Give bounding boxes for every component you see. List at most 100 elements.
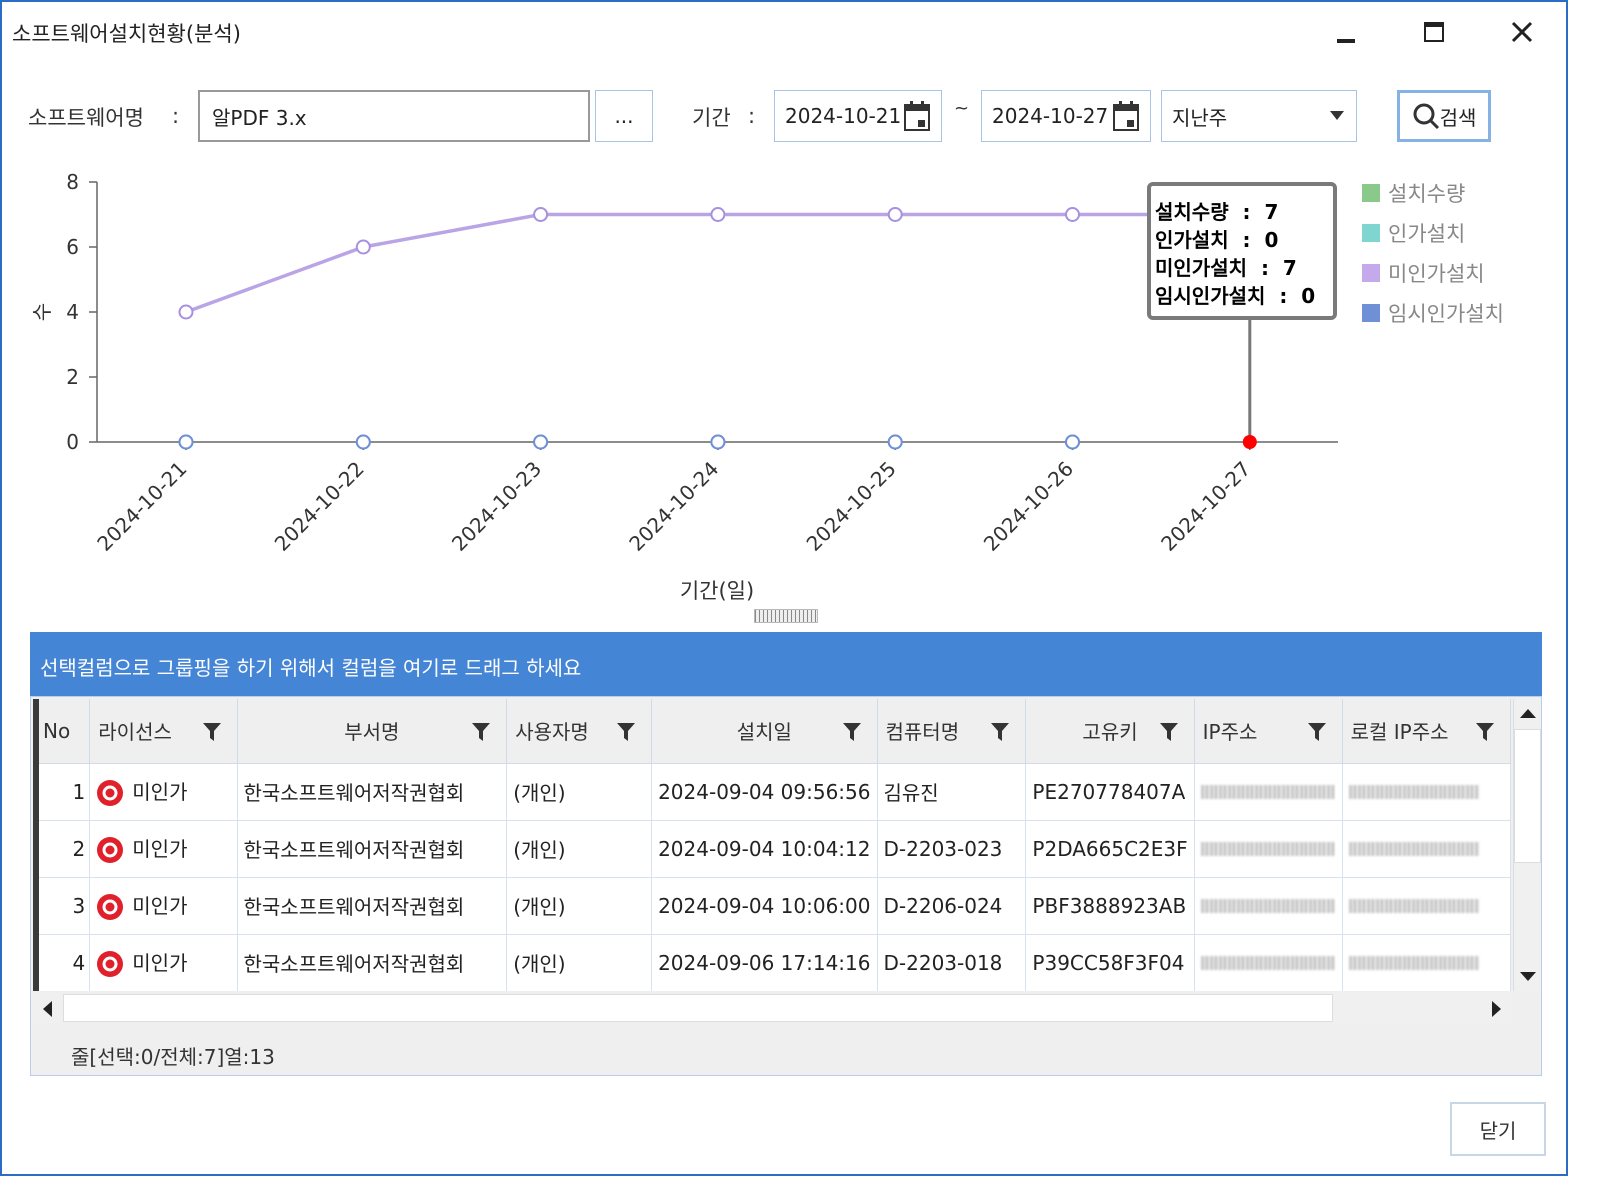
vertical-scroll-thumb[interactable] bbox=[1514, 729, 1541, 863]
y-tick-label: 6 bbox=[66, 235, 79, 259]
y-tick-label: 4 bbox=[66, 300, 79, 324]
browse-software-button[interactable]: ... bbox=[595, 90, 653, 142]
calendar-icon[interactable] bbox=[903, 100, 931, 132]
splitter-handle[interactable] bbox=[754, 609, 818, 623]
table-row[interactable]: 3 미인가 한국소프트웨어저작권협회 (개인) 2024-09-04 10:06… bbox=[39, 877, 1511, 935]
legend-swatch bbox=[1362, 264, 1380, 282]
cell-computer: D-2203-023 bbox=[877, 820, 1027, 878]
cell-ip-redacted bbox=[1194, 763, 1343, 821]
series-point bbox=[1065, 207, 1080, 222]
cell-department: 한국소프트웨어저작권협회 bbox=[237, 763, 508, 821]
date-range-tilde: ~ bbox=[954, 98, 970, 119]
minimize-button[interactable] bbox=[1324, 12, 1368, 52]
horizontal-scrollbar[interactable] bbox=[33, 993, 1511, 1023]
browse-label: ... bbox=[614, 104, 634, 128]
cell-license: 미인가 bbox=[89, 763, 238, 821]
y-tick-label: 2 bbox=[66, 365, 79, 389]
column-header-department[interactable]: 부서명 bbox=[237, 699, 508, 764]
legend-item-authorized[interactable]: 인가설치 bbox=[1362, 218, 1465, 248]
software-colon: : bbox=[172, 104, 180, 128]
column-header-computer[interactable]: 컴퓨터명 bbox=[877, 699, 1027, 764]
scroll-up-icon[interactable] bbox=[1520, 707, 1536, 719]
tooltip-row: 인가설치 : 0 bbox=[1155, 228, 1279, 252]
filter-icon[interactable] bbox=[617, 723, 636, 741]
filter-icon[interactable] bbox=[1307, 723, 1326, 741]
cell-ip-redacted bbox=[1194, 820, 1343, 878]
column-header-ip[interactable]: IP주소 bbox=[1194, 699, 1343, 764]
grid-table: No 라이선스 부서명 사용자명 설치일 컴퓨터명 고유키 IP주소 로컬 IP… bbox=[39, 699, 1511, 991]
legend-item-temporary[interactable]: 임시인가설치 bbox=[1362, 298, 1504, 328]
cell-install-date: 2024-09-06 17:14:16 bbox=[651, 934, 878, 991]
cell-computer: D-2203-018 bbox=[877, 934, 1027, 991]
maximize-button[interactable] bbox=[1412, 12, 1456, 52]
legend-swatch bbox=[1362, 304, 1380, 322]
legend-label: 인가설치 bbox=[1388, 222, 1466, 246]
chart-tooltip: 설치수량 : 7 인가설치 : 0 미인가설치 : 7 임시인가설치 : 0 bbox=[1147, 182, 1337, 320]
unauthorized-icon bbox=[97, 894, 124, 921]
dialog-window: 소프트웨어설치현황(분석) 소프트웨어명 : 알PDF 3.x ... 기간 :… bbox=[0, 0, 1568, 1176]
legend-item-unauthorized[interactable]: 미인가설치 bbox=[1362, 258, 1485, 288]
filter-icon[interactable] bbox=[472, 723, 491, 741]
filter-icon[interactable] bbox=[1159, 723, 1178, 741]
cell-ip-redacted bbox=[1194, 934, 1343, 991]
scroll-down-icon[interactable] bbox=[1520, 971, 1536, 983]
period-colon: : bbox=[748, 104, 756, 128]
cell-unique-key: PBF3888923AB bbox=[1025, 877, 1195, 935]
legend-item-installed[interactable]: 설치수량 bbox=[1362, 178, 1465, 208]
close-window-button[interactable] bbox=[1500, 12, 1544, 52]
filter-icon[interactable] bbox=[991, 723, 1010, 741]
range-preset-select[interactable]: 지난주 bbox=[1161, 90, 1357, 142]
column-header-install-date[interactable]: 설치일 bbox=[651, 699, 878, 764]
series-point bbox=[710, 207, 726, 222]
cell-no: 2 bbox=[39, 820, 91, 878]
close-dialog-button[interactable]: 닫기 bbox=[1450, 1102, 1546, 1156]
calendar-icon[interactable] bbox=[1112, 100, 1140, 132]
vertical-scrollbar[interactable] bbox=[1513, 699, 1541, 991]
x-tick-label: 2024-10-21 bbox=[92, 457, 191, 556]
unauthorized-icon bbox=[97, 951, 124, 978]
table-row[interactable]: 4 미인가 한국소프트웨어저작권협회 (개인) 2024-09-06 17:14… bbox=[39, 934, 1511, 991]
cell-local-ip-redacted bbox=[1342, 763, 1511, 821]
filter-icon[interactable] bbox=[1476, 723, 1494, 741]
software-name-input[interactable]: 알PDF 3.x bbox=[198, 90, 590, 142]
legend-swatch bbox=[1362, 224, 1380, 242]
close-dialog-label: 닫기 bbox=[1479, 1118, 1517, 1143]
period-label: 기간 bbox=[692, 106, 731, 130]
tooltip-row: 설치수량 : 7 bbox=[1155, 200, 1279, 224]
close-icon bbox=[1511, 21, 1533, 43]
scroll-left-icon[interactable] bbox=[41, 1001, 53, 1017]
y-axis-label: 수 bbox=[30, 303, 54, 321]
start-date-input[interactable]: 2024-10-21 bbox=[774, 90, 942, 142]
end-date-input[interactable]: 2024-10-27 bbox=[981, 90, 1151, 142]
cell-license: 미인가 bbox=[89, 934, 238, 991]
cell-local-ip-redacted bbox=[1342, 877, 1511, 935]
search-button[interactable]: 검색 bbox=[1397, 90, 1491, 142]
column-header-unique-key[interactable]: 고유키 bbox=[1025, 699, 1195, 764]
table-row[interactable]: 1 미인가 한국소프트웨어저작권협회 (개인) 2024-09-04 09:56… bbox=[39, 763, 1511, 821]
column-header-user[interactable]: 사용자명 bbox=[506, 699, 653, 764]
legend-swatch bbox=[1362, 184, 1380, 202]
tooltip-row: 미인가설치 : 7 bbox=[1155, 256, 1297, 280]
maximize-icon bbox=[1424, 22, 1444, 42]
group-by-panel[interactable]: 선택컬럼으로 그룹핑을 하기 위해서 컬럼을 여기로 드래그 하세요 bbox=[30, 632, 1542, 696]
cell-install-date: 2024-09-04 10:06:00 bbox=[651, 877, 878, 935]
cell-local-ip-redacted bbox=[1342, 934, 1511, 991]
horizontal-scroll-thumb[interactable] bbox=[63, 994, 1333, 1022]
filter-icon[interactable] bbox=[842, 723, 861, 741]
column-header-license[interactable]: 라이선스 bbox=[89, 699, 238, 764]
tooltip-row: 임시인가설치 : 0 bbox=[1155, 284, 1316, 308]
column-header-no[interactable]: No bbox=[39, 699, 91, 764]
x-tick-label: 2024-10-26 bbox=[979, 457, 1078, 556]
series-point bbox=[887, 207, 903, 222]
search-icon bbox=[1413, 103, 1439, 130]
column-header-local-ip[interactable]: 로컬 IP주소 bbox=[1342, 699, 1511, 764]
x-tick-label: 2024-10-22 bbox=[270, 457, 369, 556]
cell-unique-key: PE270778407A bbox=[1025, 763, 1195, 821]
y-tick-label: 8 bbox=[66, 170, 79, 194]
series-point bbox=[355, 434, 371, 450]
filter-icon[interactable] bbox=[202, 723, 221, 741]
cell-user: (개인) bbox=[506, 877, 653, 935]
cell-license: 미인가 bbox=[89, 877, 238, 935]
scroll-right-icon[interactable] bbox=[1491, 1001, 1503, 1017]
table-row[interactable]: 2 미인가 한국소프트웨어저작권협회 (개인) 2024-09-04 10:04… bbox=[39, 820, 1511, 878]
